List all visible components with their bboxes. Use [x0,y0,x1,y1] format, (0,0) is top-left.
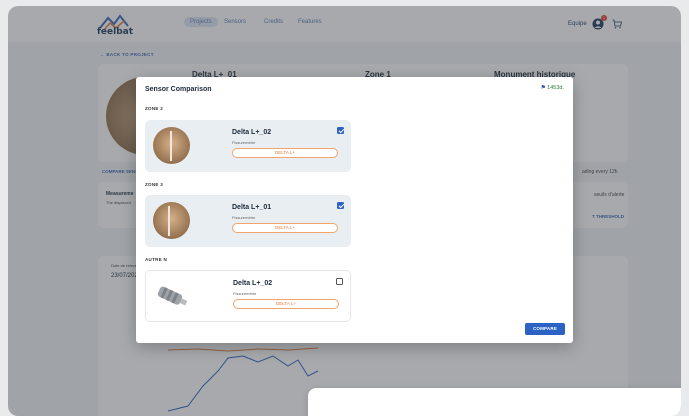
sensor-name: Delta L+_02 [233,280,273,287]
sensor-card[interactable]: Delta L+_01 Fissuremètre DELTA L+ [145,195,351,247]
sensor-type: Fissuremètre [232,140,256,145]
sensor-card[interactable]: Delta L+_02 Fissuremètre DELTA L+ [145,270,351,322]
sensor-model-badge: DELTA L+ [232,148,338,158]
zone-label: ZONE 3 [145,182,164,187]
compare-button[interactable]: COMPARE [525,323,565,335]
sensor-comparison-modal: Sensor Comparison ⚑ 1453d. ZONE 2 Delta … [136,77,573,343]
sensor-device-image [157,286,188,306]
sensor-name: Delta L+_01 [232,204,272,211]
sensor-thumbnail [153,127,190,164]
sensor-name: Delta L+_02 [232,129,272,136]
zone-label: ZONE 2 [145,106,164,111]
sensor-thumbnail [153,202,190,239]
sensor-model-badge: DELTA L+ [233,299,339,309]
sensor-checkbox[interactable] [337,202,344,209]
sensor-model-badge: DELTA L+ [232,223,338,233]
modal-title: Sensor Comparison [145,86,212,93]
sensor-type: Fissuremètre [232,215,256,220]
sensor-checkbox[interactable] [336,278,343,285]
bat-icon: ⚑ [540,85,546,91]
sensor-type: Fissuremètre [233,291,257,296]
credit-count-value: 1453d. [547,85,564,91]
bottom-popup [308,388,681,416]
sensor-card[interactable]: Delta L+_02 Fissuremètre DELTA L+ [145,120,351,172]
sensor-checkbox[interactable] [337,127,344,134]
credit-count: ⚑ 1453d. [541,85,564,91]
zone-label: AUTRE N [145,257,168,262]
